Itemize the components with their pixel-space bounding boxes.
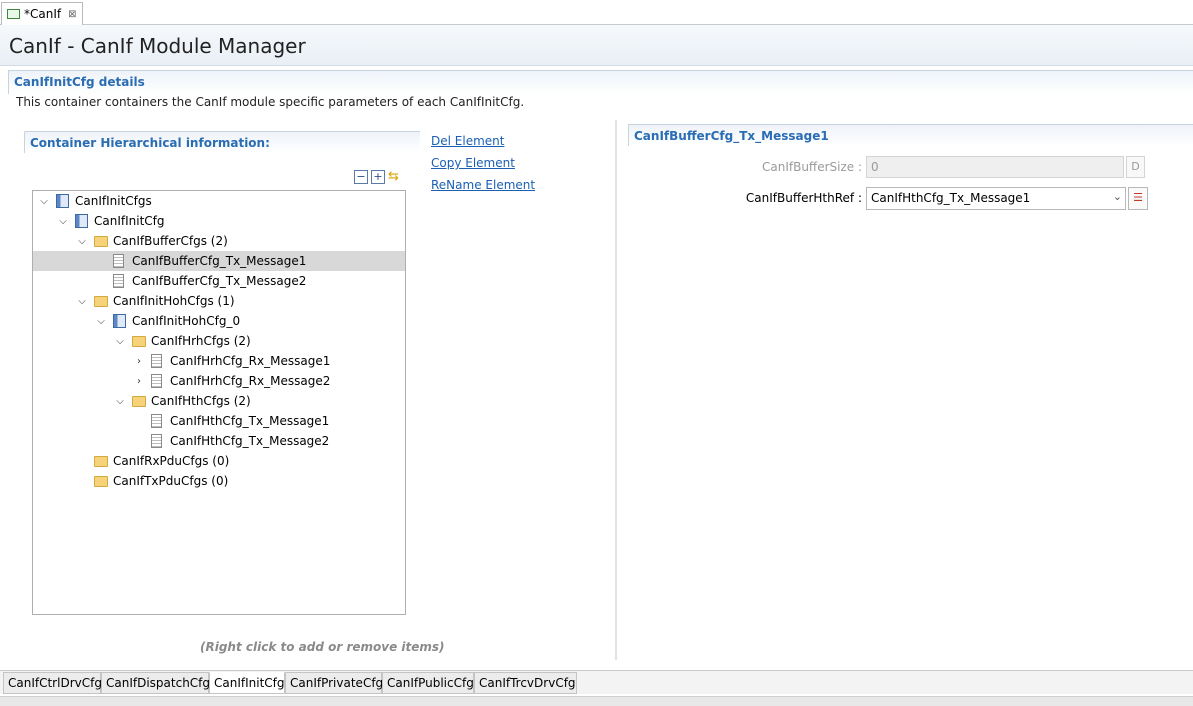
- hierarchy-tree[interactable]: ⌵ CanIfInitCfgs ⌵ CanIfInitCfg ⌵ CanIfBufferC…: [32, 190, 406, 615]
- chevron-down-icon[interactable]: ⌵: [76, 236, 88, 247]
- chevron-right-icon[interactable]: ›: [133, 376, 145, 387]
- tree-node[interactable]: ⌵ CanIfHrhCfgs (2): [33, 331, 405, 351]
- page-tabs: CanIfCtrlDrvCfg CanIfDispatchCfg CanIfInit…: [0, 670, 1193, 694]
- close-icon[interactable]: ⊠: [68, 9, 76, 20]
- buffer-hth-ref-value: CanIfHthCfg_Tx_Message1: [871, 191, 1031, 205]
- tree-node-label: CanIfInitHohCfgs (1): [113, 294, 235, 308]
- tree-node-label: CanIfHthCfg_Tx_Message2: [170, 434, 330, 448]
- container-icon: [75, 214, 88, 228]
- tree-node-label: CanIfHrhCfgs (2): [151, 334, 251, 348]
- chevron-down-icon[interactable]: ⌄: [1113, 190, 1122, 203]
- chevron-down-icon[interactable]: ⌵: [114, 336, 126, 347]
- collapse-all-icon[interactable]: −: [354, 170, 368, 184]
- editor-tab-canif[interactable]: *CanIf ⊠: [1, 2, 83, 25]
- page-tab[interactable]: CanIfInitCfg: [209, 672, 285, 694]
- container-icon: [56, 194, 69, 208]
- buffer-hth-ref-select[interactable]: CanIfHthCfg_Tx_Message1 ⌄: [866, 187, 1126, 210]
- tree-node-label: CanIfTxPduCfgs (0): [113, 474, 229, 488]
- details-description: This container containers the CanIf modu…: [16, 95, 525, 109]
- expand-all-icon[interactable]: +: [371, 170, 385, 184]
- page-title: CanIf - CanIf Module Manager: [9, 34, 306, 58]
- buffer-size-field: 0: [866, 156, 1124, 178]
- sync-icon[interactable]: ⇆: [388, 170, 402, 184]
- tree-toolbar: − + ⇆: [354, 170, 402, 184]
- page-tab[interactable]: CanIfCtrlDrvCfg: [3, 672, 102, 694]
- page-tab[interactable]: CanIfPublicCfg: [382, 672, 474, 694]
- folder-icon: [132, 396, 146, 407]
- right-click-hint: (Right click to add or remove items): [200, 640, 445, 654]
- page-icon: [151, 374, 162, 388]
- editor-tab-bar: *CanIf ⊠: [0, 0, 1193, 25]
- chevron-down-icon[interactable]: ⌵: [38, 196, 50, 207]
- form-header: CanIf - CanIf Module Manager: [0, 25, 1193, 66]
- tree-node-label: CanIfRxPduCfgs (0): [113, 454, 230, 468]
- tree-node[interactable]: CanIfTxPduCfgs (0): [33, 471, 405, 491]
- element-actions: Del Element Copy Element ReName Element: [431, 133, 535, 199]
- tree-node[interactable]: CanIfBufferCfg_Tx_Message2: [33, 271, 405, 291]
- tree-node-label: CanIfHthCfgs (2): [151, 394, 251, 408]
- folder-icon: [94, 456, 108, 467]
- tree-node[interactable]: ⌵ CanIfInitCfg: [33, 211, 405, 231]
- bottom-panel-strip: [0, 696, 1193, 706]
- page-icon: [113, 274, 124, 288]
- folder-icon: [132, 336, 146, 347]
- hierarchy-title: Container Hierarchical information:: [30, 136, 270, 150]
- buffer-size-label: CanIfBufferSize :: [761, 160, 862, 174]
- tree-node-label: CanIfHrhCfg_Rx_Message1: [170, 354, 331, 368]
- rename-element-link[interactable]: ReName Element: [431, 177, 535, 199]
- page-icon: [151, 354, 162, 368]
- chevron-down-icon[interactable]: ⌵: [57, 216, 69, 227]
- tree-node-label: CanIfInitHohCfg_0: [132, 314, 241, 328]
- buffer-hth-ref-label: CanIfBufferHthRef :: [745, 191, 862, 205]
- tree-node[interactable]: ⌵ CanIfHthCfgs (2): [33, 391, 405, 411]
- folder-icon: [94, 476, 108, 487]
- del-element-link[interactable]: Del Element: [431, 133, 535, 155]
- tree-node[interactable]: CanIfRxPduCfgs (0): [33, 451, 405, 471]
- container-icon: [113, 314, 126, 328]
- tree-node-label: CanIfBufferCfg_Tx_Message2: [132, 274, 307, 288]
- reference-list-button[interactable]: ☰: [1128, 187, 1148, 210]
- folder-icon: [94, 236, 108, 247]
- buffer-section-title: CanIfBufferCfg_Tx_Message1: [634, 129, 829, 143]
- tree-node-label: CanIfInitCfg: [94, 214, 165, 228]
- editor-tab-title: *CanIf: [24, 7, 62, 21]
- tree-node-label: CanIfBufferCfg_Tx_Message1: [132, 254, 307, 268]
- tree-node[interactable]: CanIfHthCfg_Tx_Message1: [33, 411, 405, 431]
- pane-divider[interactable]: [615, 120, 617, 660]
- tree-node[interactable]: › CanIfHrhCfg_Rx_Message1: [33, 351, 405, 371]
- page-tab[interactable]: CanIfDispatchCfg: [101, 672, 210, 694]
- details-section-header: [8, 70, 1193, 94]
- buffer-size-format-button: D: [1126, 156, 1145, 178]
- tree-node[interactable]: ⌵ CanIfInitHohCfgs (1): [33, 291, 405, 311]
- tree-node[interactable]: CanIfBufferCfg_Tx_Message1: [33, 251, 405, 271]
- folder-icon: [94, 296, 108, 307]
- chevron-down-icon[interactable]: ⌵: [114, 396, 126, 407]
- tree-node[interactable]: ⌵ CanIfBufferCfgs (2): [33, 231, 405, 251]
- tree-node-label: CanIfBufferCfgs (2): [113, 234, 228, 248]
- list-icon: ☰: [1133, 191, 1143, 204]
- page-icon: [113, 254, 124, 268]
- page-icon: [151, 414, 162, 428]
- details-title: CanIfInitCfg details: [14, 75, 145, 89]
- copy-element-link[interactable]: Copy Element: [431, 155, 535, 177]
- tree-node[interactable]: CanIfHthCfg_Tx_Message2: [33, 431, 405, 451]
- tree-node[interactable]: ⌵ CanIfInitCfgs: [33, 191, 405, 211]
- page-icon: [151, 434, 162, 448]
- chevron-down-icon[interactable]: ⌵: [95, 316, 107, 327]
- page-tab[interactable]: CanIfTrcvDrvCfg: [474, 672, 577, 694]
- page-tab[interactable]: CanIfPrivateCfg: [285, 672, 383, 694]
- tree-node-label: CanIfHrhCfg_Rx_Message2: [170, 374, 331, 388]
- tree-node[interactable]: › CanIfHrhCfg_Rx_Message2: [33, 371, 405, 391]
- file-icon: [7, 9, 20, 19]
- chevron-down-icon[interactable]: ⌵: [76, 296, 88, 307]
- tree-node-label: CanIfHthCfg_Tx_Message1: [170, 414, 330, 428]
- chevron-right-icon[interactable]: ›: [133, 356, 145, 367]
- tree-node[interactable]: ⌵ CanIfInitHohCfg_0: [33, 311, 405, 331]
- tree-node-label: CanIfInitCfgs: [75, 194, 152, 208]
